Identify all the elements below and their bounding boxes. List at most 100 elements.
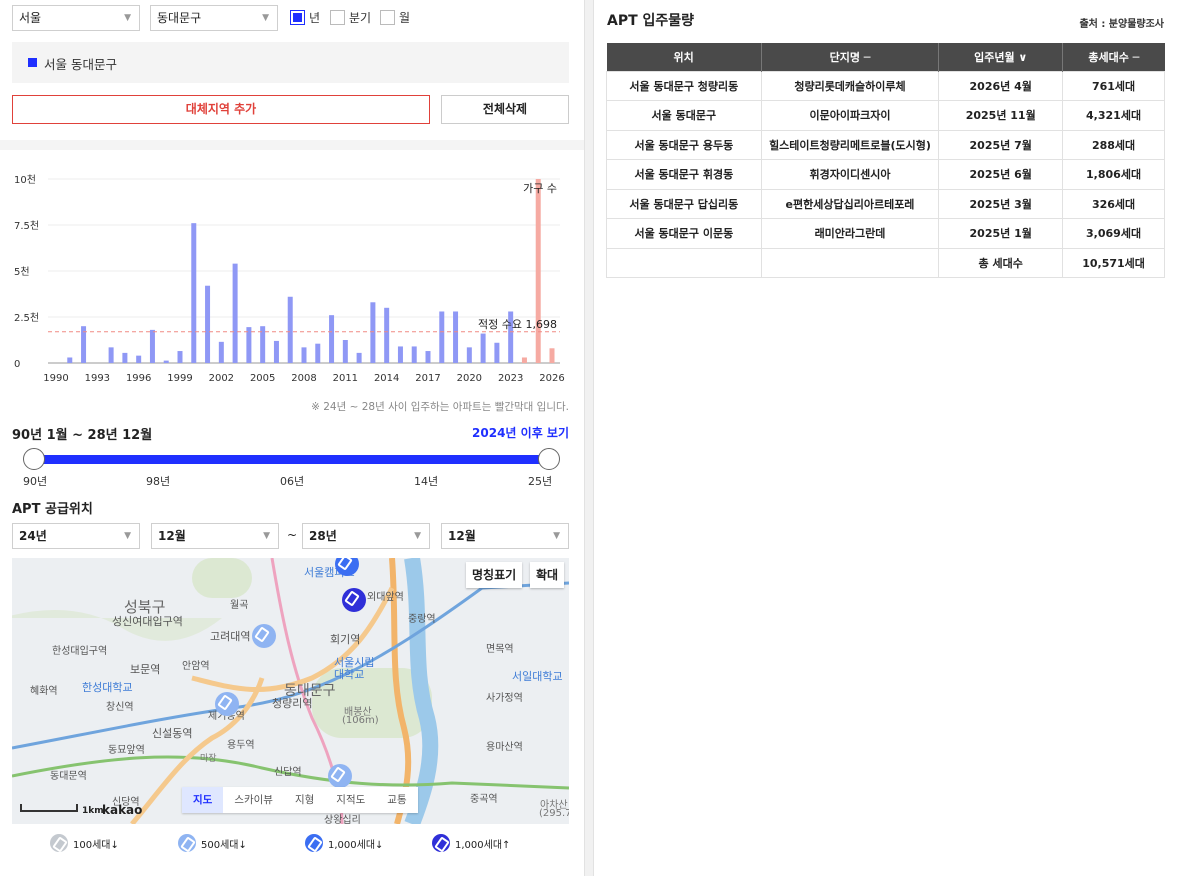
cell-move-in: 2025년 7월 bbox=[938, 129, 1064, 160]
apt-marker-icon[interactable] bbox=[252, 624, 276, 648]
label-toggle-button[interactable]: 명칭표기 bbox=[466, 562, 523, 588]
map-label: 성신여대입구역 bbox=[112, 615, 183, 628]
cell-move-in: 2026년 4월 bbox=[938, 70, 1064, 101]
bar-2026 bbox=[549, 348, 555, 363]
right-panel: APT 입주물량 출처 : 분양물량조사 위치 단지명 ─ 입주년월 ∨ 총세대… bbox=[594, 0, 1180, 876]
x-tick-label: 1996 bbox=[126, 373, 151, 384]
bar-2002 bbox=[218, 341, 224, 363]
tab-cadastral[interactable]: 지적도 bbox=[325, 787, 376, 813]
total-row: 총 세대수 10,571세대 bbox=[606, 247, 1165, 278]
table-body: 서울 동대문구 청량리동 청량리롯데캐슬하이루체 2026년 4월 761세대 서울 동… bbox=[606, 70, 1165, 278]
y-tick-label: 10천 bbox=[14, 174, 36, 186]
cell-location: 서울 동대문구 bbox=[606, 100, 762, 131]
map-label: 한성대입구역 bbox=[52, 646, 108, 657]
supply-chart: 10천 7.5천 5천 2.5천 0 1990 1993 1996 1999 2002 2005 20… bbox=[0, 165, 584, 390]
table-row[interactable]: 서울 동대문구 용두동 힐스테이트청량리메트로블(도시형) 2025년 7월 288세… bbox=[606, 129, 1165, 160]
cell-move-in: 2025년 6월 bbox=[938, 159, 1064, 190]
bar-2010 bbox=[329, 315, 335, 363]
view-after-2024-link[interactable]: 2024년 이후 보기 bbox=[472, 424, 569, 441]
map-label: 월곡 bbox=[230, 600, 249, 611]
apt-supply-table: 위치 단지명 ─ 입주년월 ∨ 총세대수 ─ 서울 동대문구 청량리동 청량리롯데… bbox=[606, 43, 1165, 278]
period-year-label: 년 bbox=[309, 10, 321, 25]
x-tick-label: 2026 bbox=[539, 373, 564, 384]
map-label: 마장 bbox=[200, 754, 217, 764]
total-label: 총 세대수 bbox=[938, 247, 1064, 278]
bar-1998 bbox=[163, 360, 169, 363]
chart-note: ※ 24년 ~ 28년 사이 입주하는 아파트는 빨간막대 입니다. bbox=[311, 401, 569, 413]
range-tick: 90년 bbox=[23, 475, 48, 488]
zoom-button[interactable]: 확대 bbox=[530, 562, 565, 588]
tab-terrain[interactable]: 지형 bbox=[284, 787, 325, 813]
period-month-checkbox[interactable]: 월 bbox=[380, 9, 410, 25]
from-year-select[interactable]: 24년 ▼ bbox=[12, 523, 140, 549]
map-label: 신설동역 bbox=[152, 727, 193, 740]
x-tick-label: 2002 bbox=[209, 373, 234, 384]
map-label: 서울시립 대학교 bbox=[334, 656, 375, 681]
range-slider-max-handle[interactable] bbox=[538, 448, 560, 470]
map-label: 고려대역 bbox=[210, 630, 251, 643]
city-select[interactable]: 서울 ▼ bbox=[12, 5, 140, 31]
to-year-select[interactable]: 28년 ▼ bbox=[302, 523, 430, 549]
to-month-select[interactable]: 12월 ▼ bbox=[441, 523, 569, 549]
cell-units: 1,806세대 bbox=[1062, 159, 1165, 190]
map-label: 용두역 bbox=[227, 740, 255, 751]
table-row[interactable]: 서울 동대문구 답십리동 e편한세상답십리아르테포레 2025년 3월 326세대 bbox=[606, 188, 1165, 219]
tab-map[interactable]: 지도 bbox=[182, 787, 224, 813]
header-location: 위치 bbox=[606, 43, 762, 71]
apt-marker-icon[interactable] bbox=[342, 588, 366, 612]
legend-label: 1,000세대↑ bbox=[455, 839, 511, 851]
supply-map[interactable]: 성북구 성신여대입구역 고려대역 회기역 한성대입구역 보문역 안암역 서울시립… bbox=[12, 558, 569, 824]
x-tick-label: 2005 bbox=[250, 373, 275, 384]
series-square-icon bbox=[28, 58, 37, 67]
map-label: 서일대학교 bbox=[512, 670, 563, 683]
cell-location: 서울 동대문구 용두동 bbox=[606, 129, 762, 160]
table-row[interactable]: 서울 동대문구 이문동 래미안라그란데 2025년 1월 3,069세대 bbox=[606, 218, 1165, 249]
y-tick-label: 2.5천 bbox=[14, 312, 39, 324]
bar-2011 bbox=[342, 340, 348, 363]
header-complex-sort[interactable]: 단지명 ─ bbox=[761, 43, 940, 71]
cell-units: 288세대 bbox=[1062, 129, 1165, 160]
table-row[interactable]: 서울 동대문구 휘경동 휘경자이디센시아 2025년 6월 1,806세대 bbox=[606, 159, 1165, 190]
header-move-in-sort[interactable]: 입주년월 ∨ bbox=[938, 43, 1064, 71]
y-tick-label: 0 bbox=[14, 359, 20, 370]
tab-skyview[interactable]: 스카이뷰 bbox=[223, 787, 284, 813]
map-scale-label: 1km bbox=[82, 806, 104, 816]
table-row[interactable]: 서울 동대문구 이문아이파크자이 2025년 11월 4,321세대 bbox=[606, 100, 1165, 131]
to-year-value: 28년 bbox=[309, 529, 337, 543]
from-month-select[interactable]: 12월 ▼ bbox=[151, 523, 279, 549]
district-select[interactable]: 동대문구 ▼ bbox=[150, 5, 278, 31]
header-units-sort[interactable]: 총세대수 ─ bbox=[1062, 43, 1165, 71]
map-label: 한성대학교 bbox=[82, 681, 133, 694]
range-tick: 98년 bbox=[146, 475, 171, 488]
apt-marker-icon[interactable] bbox=[328, 764, 352, 788]
bar-2012 bbox=[356, 352, 362, 363]
clear-all-button[interactable]: 전체삭제 bbox=[441, 95, 569, 124]
tab-traffic[interactable]: 교통 bbox=[376, 787, 417, 813]
table-row[interactable]: 서울 동대문구 청량리동 청량리롯데캐슬하이루체 2026년 4월 761세대 bbox=[606, 70, 1165, 101]
selected-region-box: 서울 동대문구 bbox=[12, 42, 569, 83]
bar-2007 bbox=[287, 296, 293, 363]
panel-divider bbox=[584, 0, 594, 876]
cell-location: 서울 동대문구 이문동 bbox=[606, 218, 762, 249]
cell-move-in: 2025년 11월 bbox=[938, 100, 1064, 131]
cell-complex: 휘경자이디센시아 bbox=[760, 159, 940, 190]
range-slider-min-handle[interactable] bbox=[23, 448, 45, 470]
bar-2015 bbox=[397, 346, 403, 363]
x-tick-label: 1990 bbox=[43, 373, 68, 384]
period-year-checkbox[interactable]: 년 bbox=[290, 9, 320, 25]
range-title: 90년 1월 ~ 28년 12월 bbox=[12, 428, 153, 443]
bar-2020 bbox=[466, 347, 472, 363]
period-quarter-checkbox[interactable]: 분기 bbox=[330, 9, 371, 25]
chevron-down-icon: ▼ bbox=[262, 13, 269, 23]
cell-empty bbox=[760, 247, 940, 278]
map-label: 혜화역 bbox=[30, 686, 58, 697]
left-panel: 서울 ▼ 동대문구 ▼ 년 분기 월 서울 동대문구 대체지역 추가 전체삭제 … bbox=[0, 0, 584, 876]
marker-icon bbox=[178, 834, 196, 852]
cell-units: 326세대 bbox=[1062, 188, 1165, 219]
apt-marker-icon[interactable] bbox=[215, 692, 239, 716]
bar-1994 bbox=[108, 347, 114, 363]
map-type-tabs: 지도 스카이뷰 지형 지적도 교통 bbox=[182, 787, 418, 813]
add-region-button[interactable]: 대체지역 추가 bbox=[12, 95, 430, 124]
bar-2021 bbox=[480, 333, 486, 363]
range-tick: 06년 bbox=[280, 475, 305, 488]
